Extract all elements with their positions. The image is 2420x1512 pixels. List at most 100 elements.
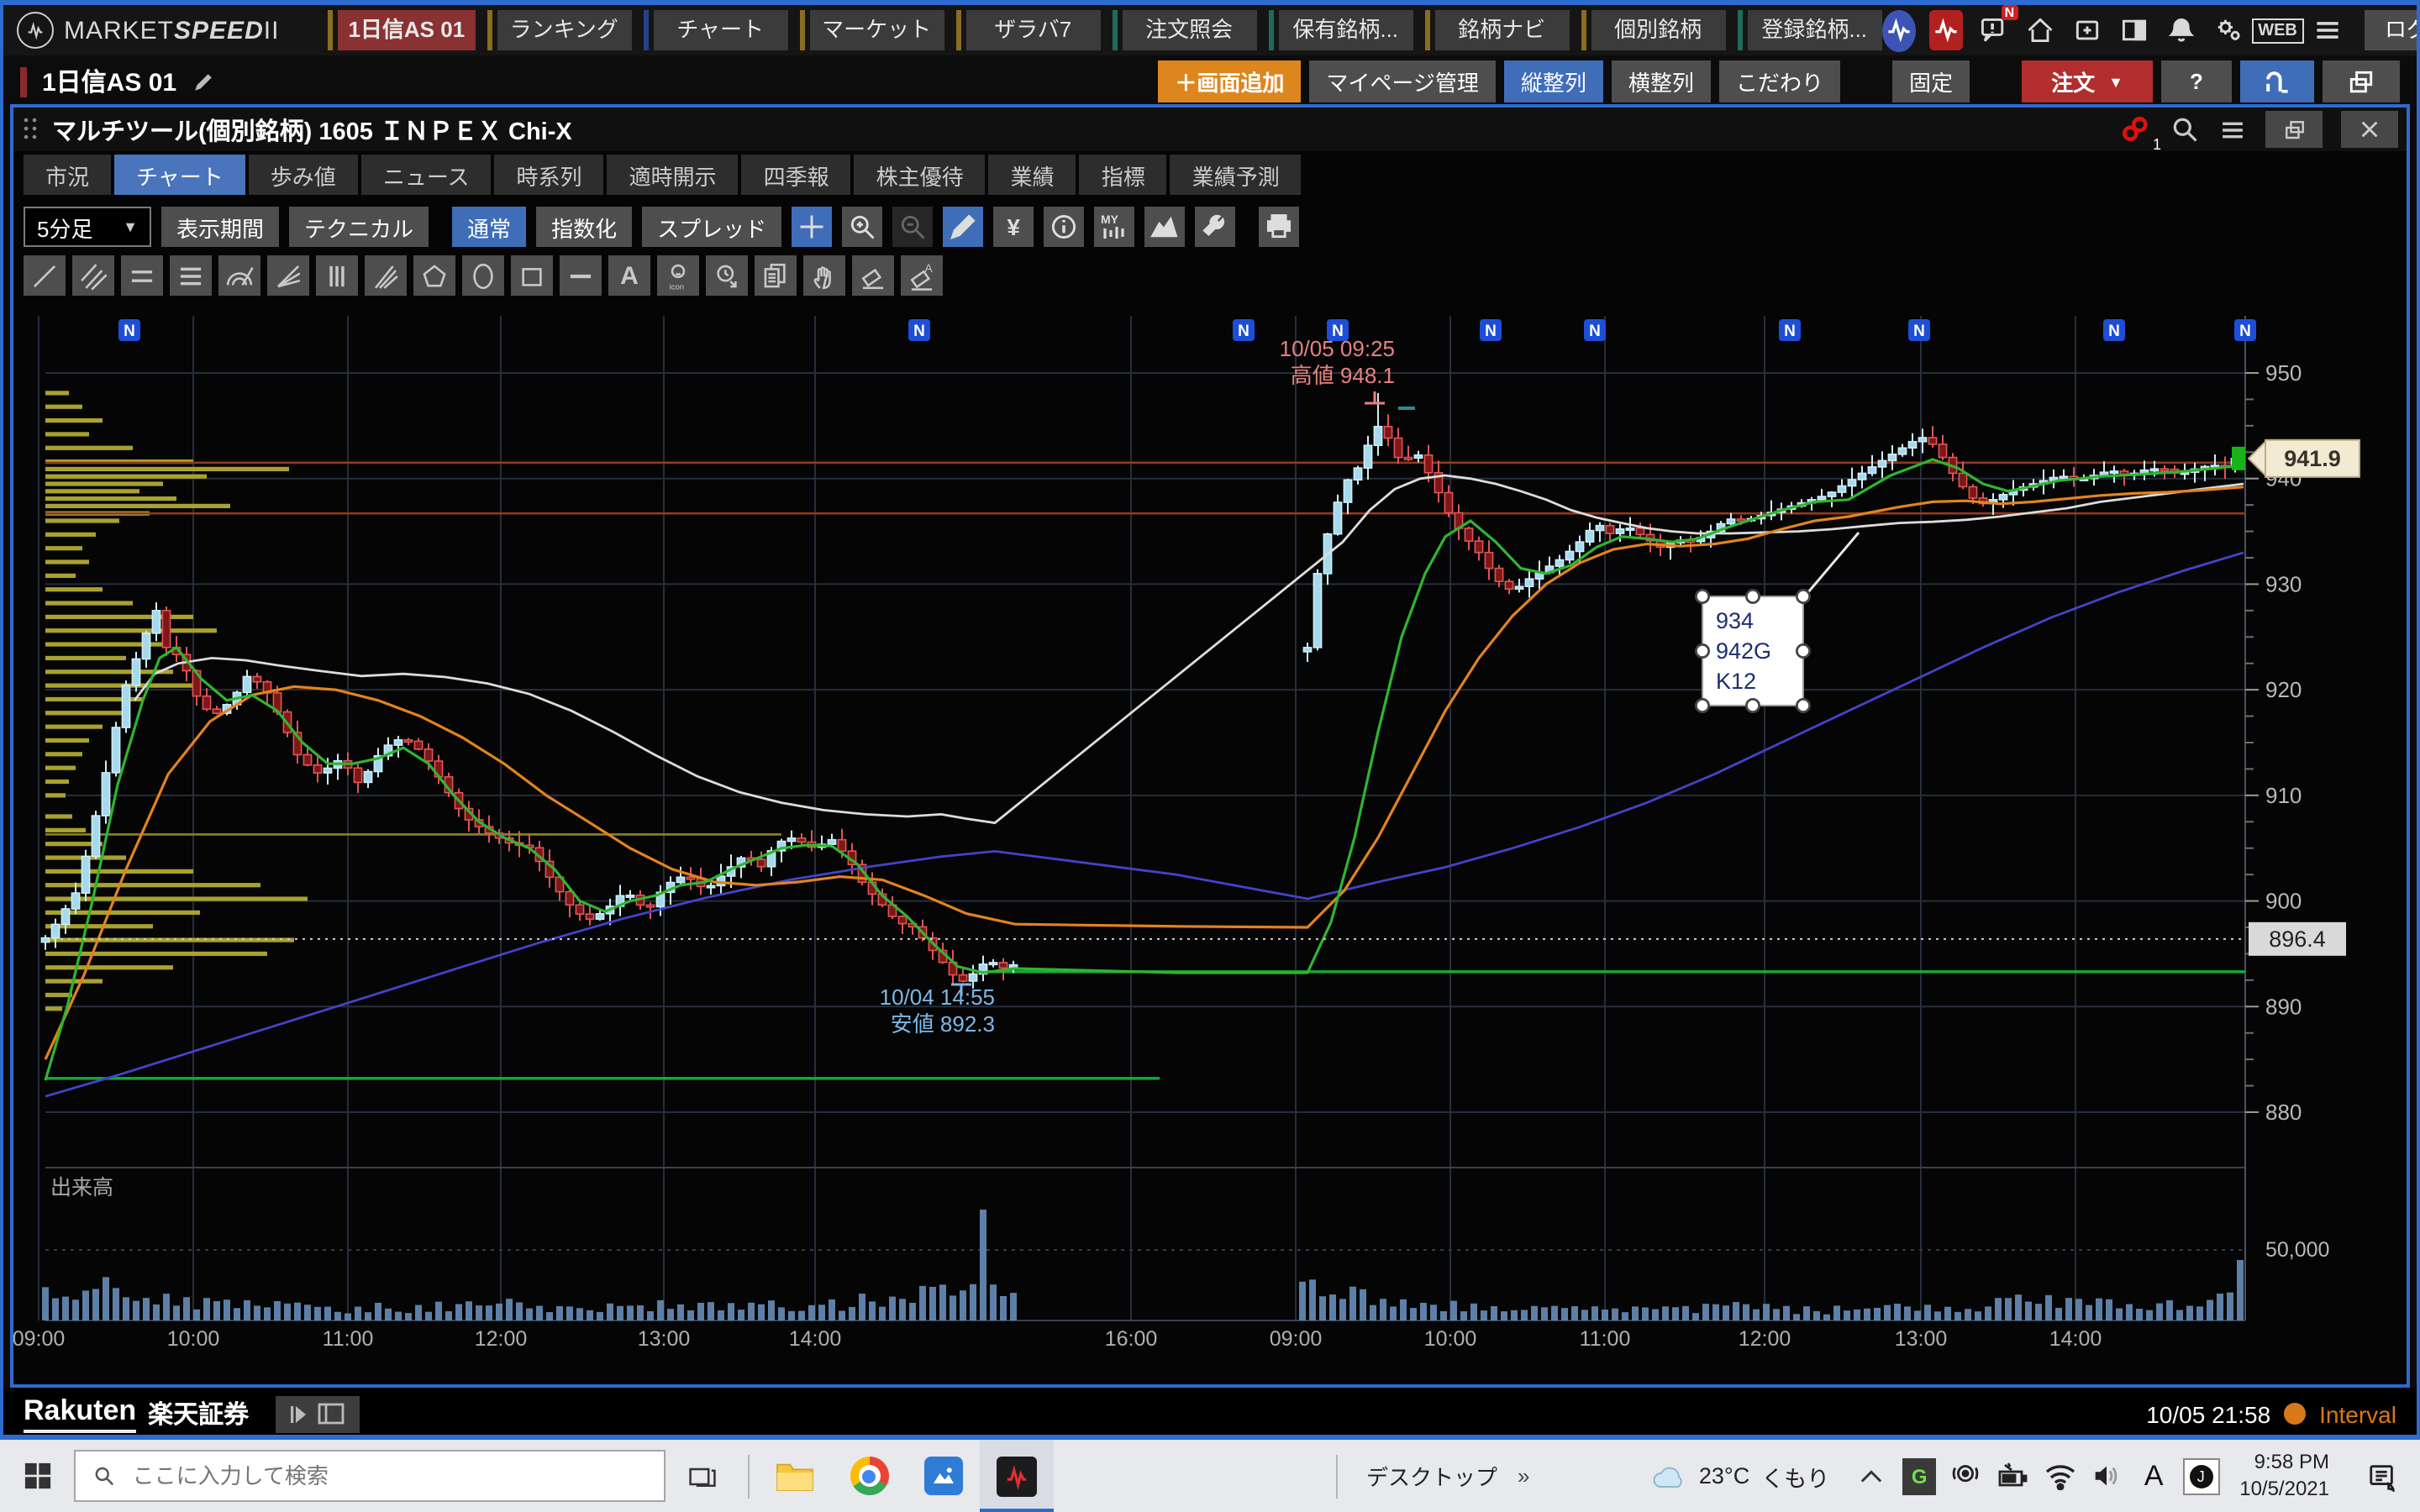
- tab-ニュース[interactable]: ニュース: [361, 155, 492, 195]
- subheader-button-1[interactable]: マイページ管理: [1309, 60, 1496, 102]
- chrome-icon[interactable]: [832, 1440, 906, 1512]
- wrench-icon[interactable]: [1195, 207, 1235, 247]
- vlines-icon[interactable]: [316, 255, 358, 296]
- tab-指標[interactable]: 指標: [1080, 155, 1167, 195]
- start-button[interactable]: [0, 1440, 74, 1512]
- tab-業績[interactable]: 業績: [989, 155, 1076, 195]
- menu-tab-3[interactable]: マーケット: [809, 10, 944, 50]
- window-titlebar[interactable]: マルチツール(個別銘柄) 1605 ＩＮＰＥＸ Chi-X 1: [13, 108, 2407, 151]
- mode-button-1[interactable]: 指数化: [536, 207, 632, 247]
- news-markers[interactable]: [118, 319, 2256, 341]
- tray-camera-icon[interactable]: [1944, 1440, 1987, 1512]
- window-close-button[interactable]: [2341, 111, 2398, 148]
- web-icon[interactable]: WEB: [2258, 10, 2297, 50]
- hamburger-menu-icon[interactable]: [2311, 10, 2344, 50]
- text-icon[interactable]: A: [608, 255, 650, 296]
- home-icon[interactable]: [2023, 10, 2056, 50]
- tray-green-app-icon[interactable]: G: [1897, 1440, 1940, 1512]
- tab-歩み値[interactable]: 歩み値: [249, 155, 358, 195]
- menu-tab-0[interactable]: 1日信AS 01: [338, 10, 475, 50]
- desktop-expand-chevrons[interactable]: »: [1518, 1463, 1529, 1488]
- subheader-button-3[interactable]: 横整列: [1612, 60, 1711, 102]
- hlines2-icon[interactable]: [121, 255, 163, 296]
- tab-適時開示[interactable]: 適時開示: [608, 155, 739, 195]
- toolbar-button-1[interactable]: テクニカル: [289, 207, 429, 247]
- zoom-out-icon[interactable]: [892, 207, 933, 247]
- drag-handle-icon[interactable]: [22, 116, 40, 143]
- yen-icon[interactable]: ¥: [993, 207, 1034, 247]
- subheader-button-4[interactable]: こだわり: [1719, 60, 1840, 102]
- my-chart-icon[interactable]: MY: [1094, 207, 1134, 247]
- search-input[interactable]: [129, 1462, 647, 1490]
- zoom-in-icon[interactable]: [842, 207, 882, 247]
- menu-tab-5[interactable]: 注文照会: [1122, 10, 1256, 50]
- desktop-toolbar[interactable]: デスクトップ »: [1328, 1440, 1530, 1512]
- file-explorer-icon[interactable]: [758, 1440, 832, 1512]
- tray-volume-icon[interactable]: [2085, 1440, 2128, 1512]
- icon-stamp-icon[interactable]: icon: [657, 255, 699, 296]
- menu-tab-8[interactable]: 個別銘柄: [1591, 10, 1725, 50]
- subheader-button-0[interactable]: ＋画面追加: [1158, 60, 1301, 102]
- panel-toggle-icon[interactable]: [2117, 10, 2150, 50]
- interval-select[interactable]: 5分足 ▼: [24, 207, 151, 247]
- side-panel-toggle-button[interactable]: [276, 1395, 360, 1432]
- tray-chevron-up-icon[interactable]: [1849, 1440, 1893, 1512]
- taskbar-search[interactable]: [74, 1450, 666, 1502]
- app-pulse-red-icon[interactable]: [1928, 10, 1962, 50]
- menu-tab-4[interactable]: ザラバ7: [965, 10, 1100, 50]
- eraser-icon[interactable]: [852, 255, 894, 296]
- taskbar-clock[interactable]: 9:58 PM 10/5/2021: [2239, 1450, 2329, 1502]
- logout-button[interactable]: ログアウト: [2365, 10, 2420, 50]
- mode-button-2[interactable]: スプレッド: [642, 207, 781, 247]
- quick-order-icon-button[interactable]: [2240, 60, 2314, 102]
- tray-wifi-icon[interactable]: [2038, 1440, 2081, 1512]
- settings-gears-icon[interactable]: [2211, 10, 2244, 50]
- tray-battery-icon[interactable]: [1991, 1440, 2034, 1512]
- order-button[interactable]: 注文▼: [2022, 60, 2153, 102]
- desktop-label[interactable]: デスクトップ: [1366, 1460, 1497, 1492]
- duplicate-window-button[interactable]: [2323, 60, 2400, 102]
- tab-チャート[interactable]: チャート: [114, 155, 245, 195]
- eraser-all-icon[interactable]: A: [901, 255, 943, 296]
- window-popout-button[interactable]: [2265, 111, 2323, 148]
- help-button[interactable]: ?: [2161, 60, 2232, 102]
- tab-時系列[interactable]: 時系列: [495, 155, 604, 195]
- ime-language-icon[interactable]: A: [2132, 1440, 2175, 1512]
- crosshair-icon[interactable]: [792, 207, 832, 247]
- menu-tab-9[interactable]: 登録銘柄...: [1747, 10, 1881, 50]
- menu-tab-2[interactable]: チャート: [653, 10, 787, 50]
- fan-lines-icon[interactable]: [267, 255, 309, 296]
- blue-app-icon[interactable]: [906, 1440, 980, 1512]
- h-segment-icon[interactable]: [560, 255, 602, 296]
- menu-tab-7[interactable]: 銘柄ナビ: [1434, 10, 1569, 50]
- tab-四季報[interactable]: 四季報: [742, 155, 851, 195]
- marketspeed-taskbar-icon[interactable]: [980, 1440, 1054, 1512]
- edit-page-name-icon[interactable]: [192, 70, 215, 93]
- window-add-icon[interactable]: [2070, 10, 2103, 50]
- news-bubble-icon[interactable]: N: [1975, 10, 2009, 50]
- draw-pencil-icon[interactable]: [943, 207, 983, 247]
- app-pulse-blue-icon[interactable]: [1881, 9, 1915, 51]
- mode-button-0[interactable]: 通常: [452, 207, 526, 247]
- ellipse-icon[interactable]: [462, 255, 504, 296]
- bell-icon[interactable]: [2164, 10, 2197, 50]
- hand-move-icon[interactable]: [803, 255, 845, 296]
- tab-株主優待[interactable]: 株主優待: [855, 155, 986, 195]
- toolbar-button-0[interactable]: 表示期間: [161, 207, 279, 247]
- fibo-arc-icon[interactable]: [218, 255, 260, 296]
- hlines3-icon[interactable]: [170, 255, 212, 296]
- search-icon[interactable]: [2170, 114, 2200, 144]
- pentagon-icon[interactable]: [413, 255, 455, 296]
- menu-tab-1[interactable]: ランキング: [497, 10, 631, 50]
- time-cycle-icon[interactable]: [706, 255, 748, 296]
- weather-widget[interactable]: 23°C くもり: [1650, 1459, 1829, 1493]
- task-view-button[interactable]: [666, 1440, 739, 1512]
- notification-center-icon[interactable]: [2349, 1440, 2413, 1512]
- subheader-button-2[interactable]: 縦整列: [1504, 60, 1603, 102]
- price-chart[interactable]: 10/05 09:25高値 948.110/04 14:55安値 892.393…: [13, 297, 2407, 1384]
- line-icon[interactable]: [24, 255, 66, 296]
- window-menu-icon[interactable]: [2218, 115, 2247, 144]
- area-chart-icon[interactable]: [1144, 207, 1185, 247]
- tab-業績予測[interactable]: 業績予測: [1171, 155, 1302, 195]
- rectangle-icon[interactable]: [511, 255, 553, 296]
